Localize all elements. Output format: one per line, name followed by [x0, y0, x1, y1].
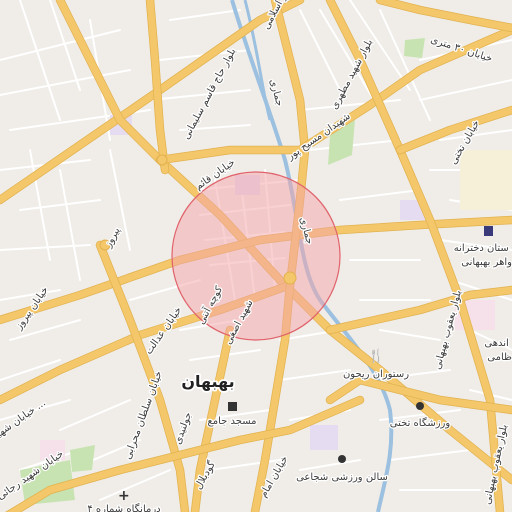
poi-label-school-line2: ظامی	[487, 352, 512, 363]
hospital-icon	[484, 226, 493, 236]
purple-block-3	[310, 425, 338, 450]
park-area-2	[404, 38, 425, 58]
map-canvas[interactable]: بلوار شهید مطهری بلوار حاج قاسم سلیمانی …	[0, 0, 512, 512]
clinic-cross-icon: +	[118, 488, 130, 504]
poi-label-school-line1: اندهی	[484, 338, 508, 349]
mosque-icon	[228, 402, 237, 411]
gym-icon	[338, 455, 346, 463]
poi-label-hospital-line2: واهر بهبهانی	[461, 257, 512, 268]
pink-block-2	[460, 150, 512, 210]
roundabout-1	[156, 154, 168, 166]
poi-label-clinic: درمانگاه شماره ۴	[87, 503, 160, 512]
restaurant-icon: 🍴	[368, 348, 384, 364]
poi-label-gym: سالن ورزشی شجاعی	[296, 472, 388, 483]
roundabout-3	[283, 271, 297, 285]
poi-label-stadium: ورزشگاه تختی	[390, 417, 451, 429]
selection-radius-circle[interactable]	[171, 171, 341, 341]
poi-label-restaurant: رستوران ریحون	[343, 369, 409, 380]
stadium-icon	[416, 402, 424, 410]
poi-label-hospital-line1: ستان دخترانه	[454, 243, 509, 254]
city-label-behbahan: بهبهان	[181, 372, 234, 391]
poi-label-mosque: مسجد جامع	[207, 416, 256, 427]
